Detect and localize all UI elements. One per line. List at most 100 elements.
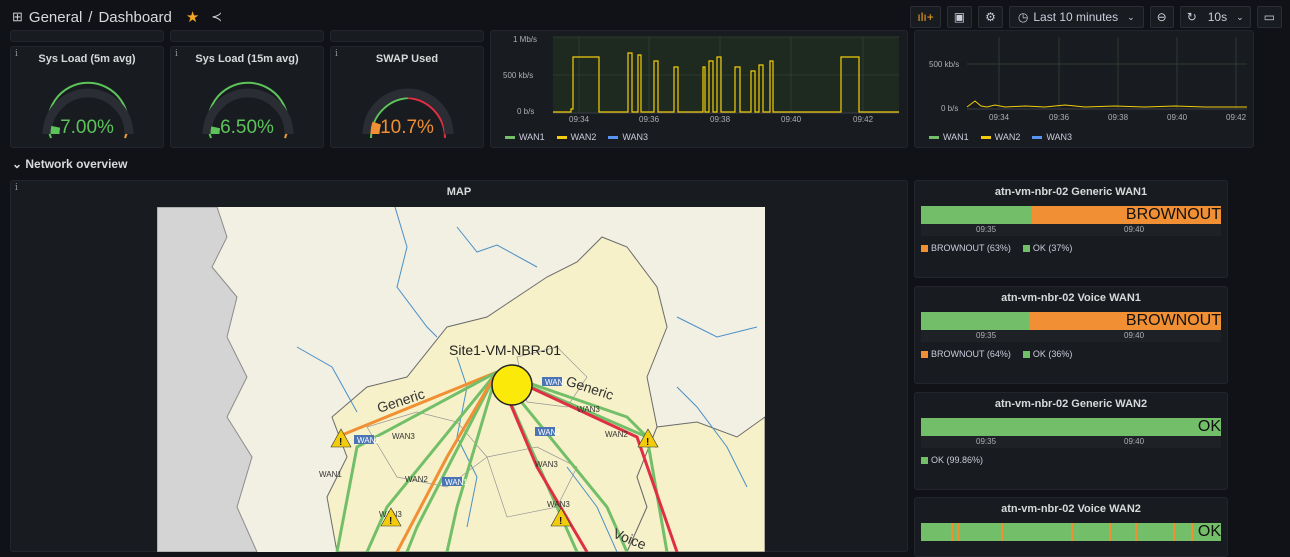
link-label: WAN2 (605, 430, 628, 439)
time-range-label: Last 10 minutes (1033, 10, 1119, 24)
svg-text:!: ! (646, 437, 649, 448)
gauge-panel-sys-load-5m[interactable]: i Sys Load (5m avg) 7.00% (10, 46, 164, 148)
status-panel-voice-wan1[interactable]: atn-vm-nbr-02 Voice WAN1 BROWNOUT 09:35 … (914, 286, 1228, 384)
tv-mode-button[interactable]: ▭ (1256, 6, 1282, 28)
add-panel-button[interactable]: ılı+ (910, 6, 941, 28)
legend-item-wan2[interactable]: WAN2 (980, 132, 1020, 142)
monitor-icon: ▭ (1263, 10, 1275, 24)
svg-text:!: ! (389, 516, 392, 527)
status-axis: 09:35 09:40 (921, 224, 1221, 236)
star-icon[interactable]: ★ (186, 8, 199, 26)
gauge-value: 7.00% (60, 117, 114, 138)
refresh-interval-label: 10s (1207, 10, 1228, 24)
legend-item-ok[interactable]: OK (99.86%) (921, 455, 983, 465)
site-node[interactable] (491, 364, 533, 406)
link-label: WAN2 (357, 436, 380, 445)
status-panel-generic-wan2[interactable]: atn-vm-nbr-02 Generic WAN2 OK 09:35 09:4… (914, 392, 1228, 490)
breadcrumb-separator: / (88, 8, 93, 26)
status-panel-voice-wan2[interactable]: atn-vm-nbr-02 Voice WAN2 OK (914, 497, 1228, 557)
graph-panel-wan-throughput-2[interactable]: 500 kb/s 0 b/s 09:34 09:36 09:38 09:40 0… (914, 30, 1254, 148)
link-label: WAN3 (392, 432, 415, 441)
row-title: Network overview (25, 157, 128, 171)
x-tick: 09:34 (989, 113, 1010, 122)
add-panel-icon: ılı+ (917, 10, 934, 24)
x-tick: 09:42 (1226, 113, 1247, 122)
dashboards-grid-icon[interactable]: ⊞ (12, 9, 23, 25)
wan2-series-line (966, 100, 1247, 108)
graph-legend: WAN1 WAN2 WAN3 (929, 132, 1072, 142)
gauge-value: 6.50% (220, 117, 274, 138)
share-icon[interactable]: ≺ (211, 9, 222, 25)
legend-item-label: OK (36%) (1032, 349, 1073, 359)
status-segment-brownout (1173, 523, 1175, 541)
refresh-picker-button[interactable]: ↻ 10s ⌄ (1179, 6, 1251, 28)
save-dashboard-button[interactable]: ▣ (946, 6, 973, 28)
legend-item-wan1[interactable]: WAN1 (505, 132, 545, 142)
status-timeline (921, 418, 1221, 436)
panel-title: atn-vm-nbr-02 Voice WAN2 (1001, 503, 1141, 515)
status-segment-brownout (1109, 523, 1111, 541)
legend-item-label: BROWNOUT (64%) (931, 349, 1011, 359)
status-segment-brownout (1001, 523, 1003, 541)
x-tick: 09:35 (976, 331, 997, 340)
chevron-down-icon: ⌄ (1127, 11, 1135, 22)
gear-icon: ⚙ (985, 10, 996, 24)
brownout-swatch (921, 245, 928, 252)
legend-item-ok[interactable]: OK (36%) (1022, 349, 1073, 359)
zoom-out-button[interactable]: ⊖ (1149, 6, 1174, 28)
link-label: WAN3 (547, 500, 570, 509)
network-map[interactable]: WAN1 WAN2 WAN3 WAN1 WAN2 WAN3 WAN2 WAN3 … (157, 207, 765, 552)
status-panel-generic-wan1[interactable]: atn-vm-nbr-02 Generic WAN1 BROWNOUT 09:3… (914, 180, 1228, 278)
breadcrumb-folder[interactable]: General (29, 9, 82, 26)
row-header-network-overview[interactable]: ⌄ Network overview (12, 157, 127, 171)
legend-item-wan3[interactable]: WAN3 (608, 132, 648, 142)
legend-item-label: OK (99.86%) (931, 455, 984, 465)
link-label: WAN2 (405, 475, 428, 484)
status-legend: BROWNOUT (63%) OK (37%) (921, 243, 1072, 253)
site-node-label: Site1-VM-NBR-01 (449, 342, 561, 358)
gauge-panel-sys-load-15m[interactable]: i Sys Load (15m avg) 6.50% (170, 46, 324, 148)
y-tick: 0 b/s (941, 104, 959, 113)
x-tick: 09:36 (639, 115, 660, 124)
chevron-down-icon: ⌄ (1236, 11, 1244, 22)
x-tick: 09:40 (1124, 331, 1145, 340)
gauge-panel-swap-used[interactable]: i SWAP Used 10.7% (330, 46, 484, 148)
x-tick: 09:42 (853, 115, 874, 124)
x-tick: 09:34 (569, 115, 590, 124)
link-label: WAN2 (538, 428, 561, 437)
dashboard-settings-button[interactable]: ⚙ (978, 6, 1003, 28)
legend-item-brownout[interactable]: BROWNOUT (63%) (921, 243, 1011, 253)
map-panel[interactable]: i MAP WAN1 WAN2 WAN3 WAN1 WAN2 WAN2 WAN3… (10, 180, 908, 552)
status-axis: 09:35 09:40 (921, 436, 1221, 448)
time-picker-button[interactable]: ◷ Last 10 minutes ⌄ (1008, 6, 1144, 28)
status-value: BROWNOUT (1125, 206, 1221, 223)
x-tick: 09:35 (976, 225, 997, 234)
legend-item-wan2[interactable]: WAN2 (556, 132, 597, 142)
x-tick: 09:38 (1108, 113, 1129, 122)
panel-stub (10, 30, 164, 42)
legend-item-wan3[interactable]: WAN3 (1032, 132, 1072, 142)
y-tick: 500 kb/s (929, 60, 960, 69)
status-timeline (921, 523, 1221, 541)
ok-swatch (1022, 245, 1030, 252)
panel-stub (170, 30, 324, 42)
legend-item-wan1[interactable]: WAN1 (929, 132, 969, 142)
legend-item-ok[interactable]: OK (37%) (1022, 243, 1073, 253)
svg-text:!: ! (339, 437, 342, 448)
legend-item-label: WAN2 (570, 132, 597, 142)
ok-swatch (1022, 351, 1030, 358)
link-label: WAN3 (535, 460, 558, 469)
breadcrumb-dashboard[interactable]: Dashboard (98, 9, 171, 26)
panel-title: atn-vm-nbr-02 Voice WAN1 (1001, 292, 1141, 304)
y-tick: 1 Mb/s (513, 35, 538, 44)
status-value: OK (1197, 523, 1221, 540)
legend-item-brownout[interactable]: BROWNOUT (64%) (921, 349, 1011, 359)
save-icon: ▣ (953, 10, 966, 24)
x-tick: 09:40 (1124, 225, 1145, 234)
graph-panel-wan-throughput[interactable]: 1 Mb/s 500 kb/s 0 b/s 09:34 09:36 09:38 … (490, 30, 908, 148)
legend-item-label: OK (37%) (1032, 243, 1073, 253)
gauge-value: 10.7% (380, 117, 434, 138)
x-tick: 09:40 (1124, 437, 1145, 446)
legend-item-label: WAN3 (1046, 132, 1073, 142)
status-segment-ok (921, 206, 1032, 224)
